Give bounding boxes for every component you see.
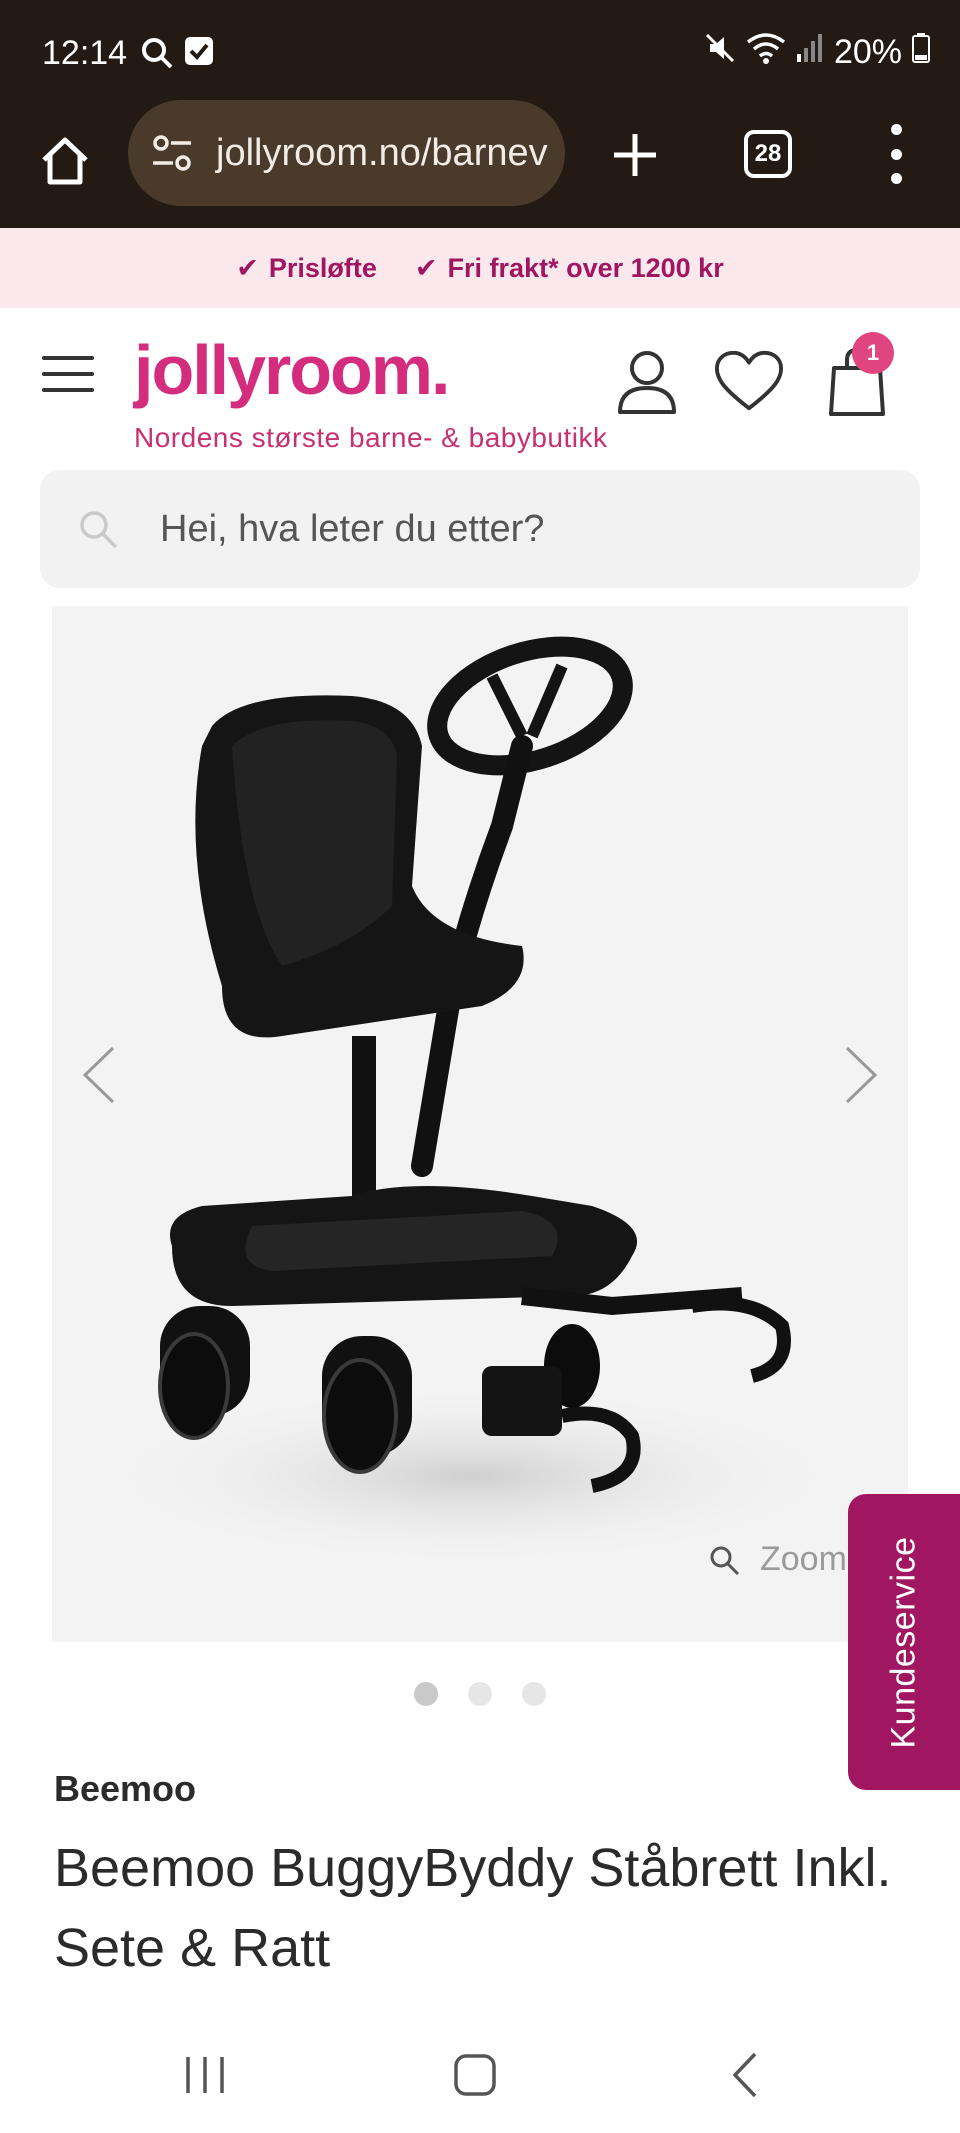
browser-menu-button[interactable] — [878, 124, 914, 184]
magnifier-icon — [710, 1546, 740, 1575]
tab-switcher-button[interactable]: 28 — [744, 130, 792, 178]
pagination-dot[interactable] — [414, 1682, 438, 1706]
mute-icon — [704, 32, 736, 73]
gallery-prev-button[interactable] — [74, 1040, 124, 1110]
home-icon — [42, 137, 88, 185]
account-button[interactable] — [612, 346, 682, 416]
product-image[interactable] — [52, 606, 908, 1642]
product-brand[interactable]: Beemoo — [54, 1768, 196, 1810]
address-bar[interactable]: jollyroom.no/barnev — [128, 100, 565, 206]
search-placeholder: Hei, hva leter du etter? — [160, 507, 545, 550]
site-settings-icon[interactable] — [148, 129, 196, 177]
gallery-pagination — [0, 1682, 960, 1706]
usp-label: Fri frakt* over 1200 kr — [447, 252, 724, 283]
wishlist-button[interactable] — [714, 346, 784, 416]
buggy-board-image — [92, 636, 852, 1566]
status-time: 12:14 — [42, 34, 128, 72]
search-icon — [76, 507, 120, 551]
site-logo[interactable]: jollyroom. — [134, 330, 450, 410]
customer-service-label: Kundeservice — [884, 1535, 923, 1749]
check-icon: ✔ — [414, 252, 438, 283]
heart-icon — [714, 350, 784, 411]
back-chevron-icon — [732, 2052, 757, 2098]
zoom-button[interactable]: Zoom — [708, 1540, 847, 1579]
cart-count-badge: 1 — [852, 332, 894, 374]
product-title: Beemoo BuggyByddy Ståbrett Inkl. Sete & … — [54, 1838, 892, 1978]
customer-service-tab[interactable]: Kundeservice — [848, 1494, 960, 1790]
gallery-next-button[interactable] — [836, 1040, 886, 1110]
recent-apps-button[interactable] — [170, 2042, 240, 2108]
status-right: 20% — [704, 32, 930, 73]
status-bar: 12:14 20% — [0, 0, 960, 108]
usp-banner: ✔ Prisløfte ✔ Fri frakt* over 1200 kr — [0, 228, 960, 308]
pagination-dot[interactable] — [522, 1682, 546, 1706]
square-home-icon — [454, 2054, 496, 2096]
product-sku-cut-off — [54, 2000, 354, 2014]
pagination-dot[interactable] — [468, 1682, 492, 1706]
browser-chrome: 12:14 20% jollyroom.no/barnev 28 — [0, 0, 960, 228]
site-tagline: Nordens største barne- & babybutikk — [134, 422, 608, 453]
usp-item: ✔ Fri frakt* over 1200 kr — [415, 253, 724, 284]
usp-label: Prisløfte — [268, 252, 377, 283]
system-home-button[interactable] — [440, 2042, 510, 2108]
usp-item: ✔ Prisløfte — [236, 253, 377, 284]
system-back-button[interactable] — [710, 2042, 780, 2108]
check-icon: ✔ — [236, 252, 259, 283]
search-icon — [140, 36, 174, 75]
search-input[interactable]: Hei, hva leter du etter? — [40, 470, 920, 588]
home-button[interactable] — [30, 126, 100, 196]
battery-percent: 20% — [833, 33, 902, 71]
wifi-icon — [746, 32, 786, 73]
signal-icon — [796, 32, 824, 73]
recents-icon — [186, 2057, 224, 2093]
chevron-right-icon — [845, 1046, 878, 1104]
zoom-label: Zoom — [760, 1540, 847, 1578]
new-tab-button[interactable] — [600, 120, 670, 190]
user-icon — [618, 351, 676, 414]
hamburger-menu-button[interactable] — [42, 356, 94, 392]
plus-icon — [614, 134, 656, 176]
system-nav-bar — [0, 2016, 960, 2133]
chevron-left-icon — [82, 1046, 115, 1104]
url-text: jollyroom.no/barnev — [216, 131, 548, 174]
checkbox-notification-icon — [184, 36, 214, 71]
battery-icon — [912, 33, 930, 72]
